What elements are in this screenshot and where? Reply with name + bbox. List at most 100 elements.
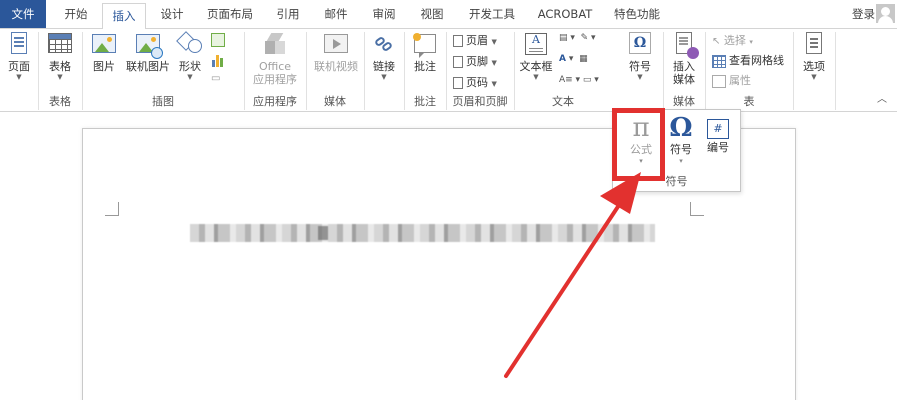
group-label-text: 文本 — [552, 95, 574, 108]
margin-corner-top-right — [690, 202, 704, 216]
office-apps-button[interactable]: Office 应用程序 — [249, 31, 301, 86]
header-button[interactable]: 页眉 ▼ — [453, 32, 497, 50]
group-table-tools: ↖ 选择 ▾ 查看网格线 属性 表 — [706, 29, 792, 111]
smartart-icon[interactable] — [211, 33, 225, 47]
embed-media-icon — [676, 32, 699, 59]
pictures-label: 图片 — [93, 60, 115, 73]
group-label-table-tools: 表 — [743, 95, 755, 108]
tab-acrobat[interactable]: ACROBAT — [530, 0, 600, 28]
table-icon — [48, 33, 72, 53]
tab-design[interactable]: 设计 — [150, 0, 194, 28]
pictures-button[interactable]: 图片 — [89, 31, 119, 73]
group-label-tables: 表格 — [49, 95, 71, 108]
symbol-label: 符号 — [670, 143, 692, 156]
office-store-icon — [262, 31, 288, 57]
comment-label: 批注 — [414, 60, 436, 73]
select-label: 选择 — [723, 34, 746, 47]
office-apps-label-line1: Office — [258, 60, 292, 73]
shapes-button[interactable]: 形状 ▼ — [175, 31, 205, 82]
group-label-illustrations: 插图 — [152, 95, 174, 108]
textbox-button[interactable]: A 文本框 ▼ — [517, 31, 555, 82]
gridlines-icon — [712, 54, 726, 68]
signin-link[interactable]: 登录 — [852, 0, 875, 28]
chevron-down-icon: ▼ — [16, 73, 22, 81]
tab-insert[interactable]: 插入 — [102, 3, 146, 29]
group-label-apps: 应用程序 — [253, 95, 297, 108]
select-button[interactable]: ↖ 选择 ▾ — [712, 32, 753, 50]
omega-icon: Ω — [629, 32, 651, 54]
numbering-button[interactable]: # 编号 — [701, 113, 735, 155]
insert-media-label-line2: 媒体 — [673, 73, 695, 86]
omega-icon: Ω — [669, 113, 693, 143]
dropcap-button[interactable]: A≡ ▾ ▭ ▾ — [559, 75, 609, 91]
ribbon-insert: 页面 ▼ 表格 ▼ 表格 图片 联机图片 形状 ▼ ▭ 插图 Office 应用… — [0, 28, 897, 112]
chart-icon[interactable] — [211, 53, 225, 67]
group-media: 联机视频 媒体 — [307, 29, 363, 111]
ribbon-tab-bar: 文件 开始 插入 设计 页面布局 引用 邮件 审阅 视图 开发工具 ACROBA… — [0, 0, 897, 29]
group-options: 选项 ▼ — [794, 29, 834, 111]
options-button[interactable]: 选项 ▼ — [798, 31, 830, 82]
group-label-embed-media: 媒体 — [673, 95, 695, 108]
links-button[interactable]: 链接 ▼ — [369, 31, 399, 82]
group-apps: Office 应用程序 应用程序 — [245, 29, 305, 111]
user-avatar-icon[interactable] — [876, 4, 895, 23]
insert-media-button[interactable]: 插入 媒体 — [669, 31, 699, 86]
tab-file[interactable]: 文件 — [0, 0, 46, 28]
pages-button[interactable]: 页面 ▼ — [4, 31, 34, 82]
group-pages: 页面 ▼ — [0, 29, 38, 111]
properties-button[interactable]: 属性 — [712, 72, 751, 90]
tab-developer[interactable]: 开发工具 — [460, 0, 524, 28]
tab-view[interactable]: 视图 — [412, 0, 452, 28]
comment-icon — [413, 33, 436, 58]
tab-home[interactable]: 开始 — [54, 0, 98, 28]
online-video-label: 联机视频 — [314, 60, 358, 73]
tab-features[interactable]: 特色功能 — [606, 0, 668, 28]
page-number-button[interactable]: 页码 ▼ — [453, 74, 497, 92]
chevron-down-icon: ▼ — [491, 59, 497, 67]
tab-review[interactable]: 审阅 — [364, 0, 404, 28]
highlight-box — [612, 108, 665, 181]
options-icon — [806, 32, 822, 54]
page-icon — [11, 32, 27, 54]
group-label-media: 媒体 — [324, 95, 346, 108]
quick-parts-button[interactable]: ▤ ▾ ✎ ▾ — [559, 33, 609, 49]
symbol-button[interactable]: Ω 符号 ▾ — [665, 113, 697, 165]
pages-label: 页面 — [8, 60, 30, 73]
wordart-button[interactable]: A ▾ ▦ — [559, 54, 609, 70]
chevron-down-icon: ▼ — [187, 73, 193, 81]
footer-button[interactable]: 页脚 ▼ — [453, 53, 497, 71]
properties-label: 属性 — [729, 74, 751, 87]
group-label-header-footer: 页眉和页脚 — [452, 95, 508, 108]
view-gridlines-button[interactable]: 查看网格线 — [712, 52, 784, 70]
comment-button[interactable]: 批注 — [410, 31, 440, 73]
table-button[interactable]: 表格 ▼ — [45, 31, 75, 82]
group-comments: 批注 批注 — [405, 29, 445, 111]
collapse-ribbon-icon[interactable]: ︿ — [877, 90, 887, 105]
numbering-label: 编号 — [707, 141, 729, 154]
symbols-button[interactable]: Ω 符号 ▼ — [624, 31, 656, 82]
chevron-down-icon: ▾ — [749, 38, 753, 46]
group-header-footer: 页眉 ▼ 页脚 ▼ 页码 ▼ 页眉和页脚 — [447, 29, 513, 111]
group-links: 链接 ▼ — [365, 29, 403, 111]
group-label-comments: 批注 — [414, 95, 436, 108]
chevron-down-icon: ▼ — [381, 73, 387, 81]
group-text: A 文本框 ▼ ▤ ▾ ✎ ▾ A ▾ ▦ A≡ ▾ ▭ ▾ 文本 — [515, 29, 611, 111]
symbols-label: 符号 — [629, 60, 651, 73]
page-number-icon — [453, 77, 463, 89]
chevron-down-icon: ▼ — [491, 38, 497, 46]
group-symbols: Ω 符号 ▼ — [618, 29, 662, 111]
chevron-down-icon: ▼ — [491, 80, 497, 88]
header-label: 页眉 — [466, 34, 488, 47]
footer-label: 页脚 — [466, 55, 488, 68]
online-video-button[interactable]: 联机视频 — [311, 31, 361, 73]
header-icon — [453, 35, 463, 47]
tab-mailings[interactable]: 邮件 — [316, 0, 356, 28]
tab-references[interactable]: 引用 — [268, 0, 308, 28]
office-apps-label-line2: 应用程序 — [253, 73, 297, 86]
page-number-label: 页码 — [466, 76, 488, 89]
online-pictures-button[interactable]: 联机图片 — [123, 31, 173, 73]
screenshot-icon[interactable]: ▭ — [211, 73, 227, 85]
document-canvas — [0, 112, 897, 400]
tab-layout[interactable]: 页面布局 — [200, 0, 260, 28]
textbox-label: 文本框 — [519, 60, 553, 73]
